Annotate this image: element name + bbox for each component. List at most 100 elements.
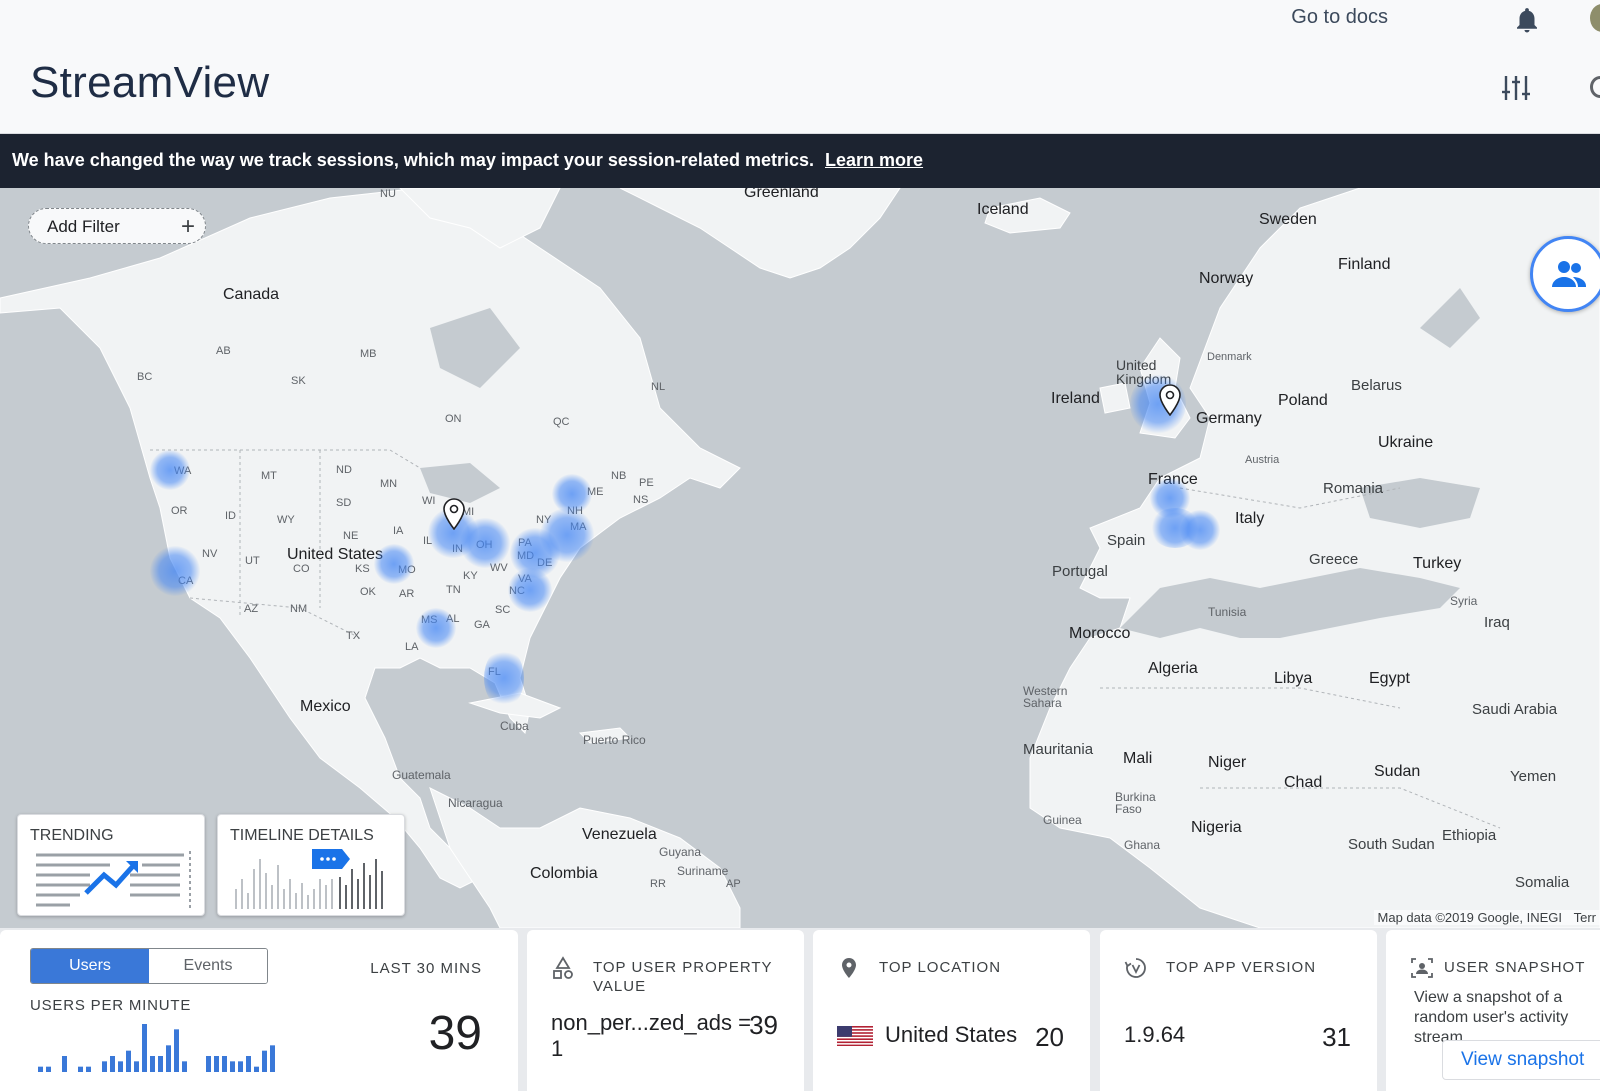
users-per-minute-bar [158, 1056, 163, 1072]
map-pin-icon[interactable] [1158, 384, 1182, 416]
trending-title: TRENDING [30, 827, 114, 844]
help-icon[interactable] [1590, 76, 1600, 98]
users-per-minute-bar [166, 1045, 171, 1072]
map-attribution-text: Map data ©2019 Google, INEGI [1377, 910, 1562, 925]
label-az: AZ [244, 603, 259, 615]
label-austria: Austria [1245, 454, 1280, 466]
label-suriname: Suriname [677, 864, 729, 878]
banner-message: We have changed the way we track session… [12, 150, 814, 170]
label-rr: RR [650, 878, 666, 890]
label-syria: Syria [1450, 594, 1478, 608]
heat-spot [150, 546, 200, 596]
add-filter-label: Add Filter [47, 217, 120, 236]
label-niger: Niger [1208, 754, 1247, 771]
label-mauritania: Mauritania [1023, 741, 1094, 758]
events-tab[interactable]: Events [149, 949, 267, 983]
top-property-name: non_per...zed_ads = 1 [551, 1010, 751, 1061]
users-per-minute-label: USERS PER MINUTE [30, 997, 192, 1014]
heat-spot [416, 608, 456, 648]
map-terms-link[interactable]: Terr [1574, 910, 1596, 925]
us-flag-icon [837, 1026, 873, 1046]
learn-more-link[interactable]: Learn more [825, 150, 923, 170]
label-mb: MB [360, 348, 377, 360]
users-per-minute-bar [230, 1061, 235, 1072]
users-per-minute-bar [86, 1066, 91, 1072]
users-card: Users Events USERS PER MINUTE LAST 30 MI… [0, 930, 518, 1091]
label-united-states: United States [287, 546, 384, 563]
label-nu: NU [380, 188, 396, 200]
label-ap: AP [726, 878, 741, 890]
notifications-bell-icon[interactable] [1512, 4, 1542, 36]
users-per-minute-bar [262, 1050, 267, 1072]
label-ky: KY [463, 570, 478, 582]
users-per-minute-bar [118, 1061, 123, 1072]
user-snapshot-description: View a snapshot of a random user's activ… [1414, 989, 1569, 1046]
version-history-icon [1124, 958, 1146, 978]
label-yemen: Yemen [1510, 768, 1557, 785]
map-pin-icon[interactable] [442, 498, 466, 530]
users-per-minute-bar [174, 1029, 179, 1072]
go-to-docs-link[interactable]: Go to docs [1291, 6, 1388, 29]
view-snapshot-button[interactable]: View snapshot [1442, 1040, 1600, 1080]
label-romania: Romania [1323, 480, 1384, 497]
label-ok: OK [360, 586, 376, 598]
app-title: StreamView [30, 58, 270, 107]
users-per-minute-chart [38, 1024, 275, 1072]
tune-settings-icon[interactable] [1500, 72, 1532, 104]
label-ut: UT [245, 555, 260, 567]
heat-spot [150, 450, 190, 490]
users-per-minute-bar [206, 1056, 211, 1072]
label-greenland: Greenland [744, 188, 819, 201]
account-avatar[interactable] [1590, 4, 1600, 32]
top-app-version-value: 31 [1322, 1022, 1351, 1052]
label-ethiopia: Ethiopia [1442, 827, 1497, 844]
user-snapshot-icon [1411, 958, 1433, 978]
label-wi: WI [422, 495, 436, 507]
label-bc: BC [137, 371, 153, 383]
label-south-sudan: South Sudan [1348, 836, 1435, 853]
users-per-minute-bar [102, 1061, 107, 1072]
label-venezuela: Venezuela [582, 826, 657, 843]
label-canada: Canada [223, 286, 280, 303]
label-la: LA [405, 641, 419, 653]
top-bar: Go to docs StreamView [0, 0, 1600, 134]
timeline-title: TIMELINE DETAILS [230, 827, 374, 844]
label-nicaragua: Nicaragua [448, 796, 503, 810]
label-germany: Germany [1196, 410, 1262, 427]
users-events-toggle[interactable]: Users Events [30, 948, 268, 984]
label-greece: Greece [1309, 551, 1359, 568]
users-per-minute-bar [214, 1056, 219, 1072]
label-guatemala: Guatemala [392, 768, 451, 782]
label-nl: NL [651, 381, 666, 393]
top-app-version-card: TOP APP VERSION 1.9.64 31 [1100, 930, 1377, 1091]
users-toggle-button[interactable] [1530, 236, 1600, 312]
top-app-version-name: 1.9.64 [1124, 1022, 1186, 1047]
label-cuba: Cuba [500, 719, 529, 733]
label-mn: MN [380, 478, 398, 490]
label-chad: Chad [1284, 774, 1323, 791]
label-belarus: Belarus [1351, 377, 1402, 394]
top-location-name: United States [885, 1022, 1018, 1047]
users-per-minute-bar [254, 1066, 259, 1072]
add-filter-button[interactable]: Add Filter + [28, 208, 206, 244]
top-user-property-title: TOP USER PROPERTY VALUE [593, 959, 773, 995]
label-nb: NB [611, 470, 627, 482]
label-mt: MT [261, 470, 277, 482]
label-nd: ND [336, 464, 352, 476]
label-sweden: Sweden [1259, 211, 1317, 228]
users-tab[interactable]: Users [31, 949, 149, 983]
users-per-minute-bar [38, 1066, 43, 1072]
label-norway: Norway [1199, 270, 1254, 287]
label-iceland: Iceland [977, 201, 1029, 218]
users-per-minute-bar [246, 1056, 251, 1072]
label-poland: Poland [1278, 392, 1328, 409]
label-finland: Finland [1338, 256, 1391, 273]
label-wy: WY [277, 514, 295, 526]
label-ks: KS [355, 563, 370, 575]
label-sk: SK [291, 375, 306, 387]
label-ireland: Ireland [1051, 390, 1100, 407]
timeline-details-card[interactable]: TIMELINE DETAILS [217, 814, 405, 916]
users-per-minute-bar [78, 1066, 83, 1072]
trending-card[interactable]: TRENDING [17, 814, 205, 916]
label-spain: Spain [1107, 532, 1146, 549]
